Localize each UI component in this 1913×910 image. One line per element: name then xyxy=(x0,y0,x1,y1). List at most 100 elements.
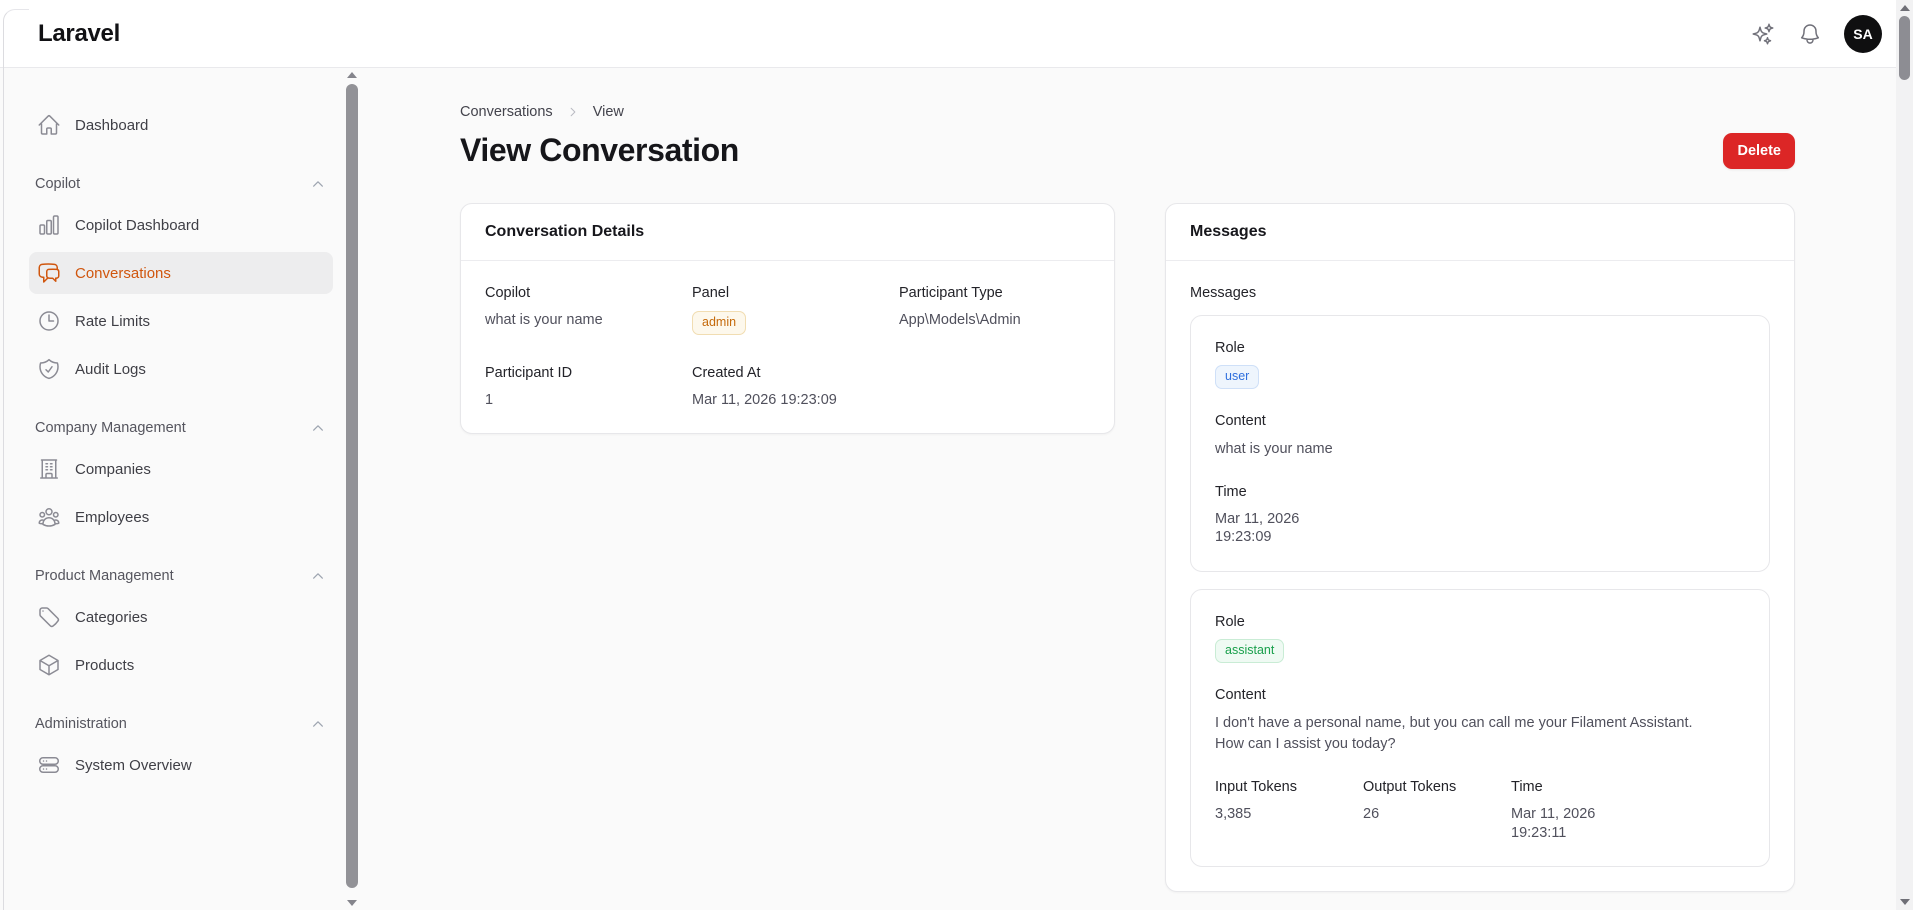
role-badge: user xyxy=(1215,365,1260,389)
scroll-up-arrow-icon[interactable] xyxy=(347,72,357,78)
field-value: Mar 11, 2026 19:23:09 xyxy=(692,391,837,408)
sidebar-scrollbar xyxy=(345,68,359,910)
sidebar-item-label: Employees xyxy=(75,508,150,526)
sidebar-item-products[interactable]: Products xyxy=(29,644,333,686)
sidebar-group-label: Company Management xyxy=(35,420,186,436)
chevron-up-icon[interactable] xyxy=(311,569,325,583)
field-label: Content xyxy=(1215,412,1266,429)
brand-logo[interactable]: Laravel xyxy=(38,20,120,48)
field-copilot: Copilot what is your name xyxy=(485,285,676,335)
card-header: Messages xyxy=(1166,204,1794,261)
chevron-up-icon[interactable] xyxy=(311,177,325,191)
message-item-user: Role user Content what is your name Time… xyxy=(1190,315,1770,573)
field-label: Created At xyxy=(692,364,761,381)
sidebar-item-label: Categories xyxy=(75,608,148,626)
field-label: Copilot xyxy=(485,285,531,301)
field-value: what is your name xyxy=(485,312,603,328)
card-title: Conversation Details xyxy=(485,223,645,240)
role-badge: assistant xyxy=(1215,639,1285,663)
field-label: Panel xyxy=(692,285,730,301)
breadcrumb-view: View xyxy=(592,104,624,120)
sidebar-scrollbar-thumb[interactable] xyxy=(346,84,358,888)
home-icon xyxy=(37,113,61,137)
message-time-field: Time Mar 11, 2026 19:23:09 xyxy=(1215,484,1745,548)
breadcrumb: Conversations View xyxy=(460,104,1795,120)
topbar: Laravel SA xyxy=(0,0,1896,68)
sidebar-group-header: Administration xyxy=(29,716,333,732)
field-label: Input Tokens xyxy=(1215,778,1297,795)
card-header: Conversation Details xyxy=(461,204,1114,261)
chat-bubbles-icon xyxy=(37,261,61,285)
message-content: what is your name xyxy=(1215,440,1333,457)
sidebar-item-rate-limits[interactable]: Rate Limits xyxy=(29,300,333,342)
sidebar-item-categories[interactable]: Categories xyxy=(29,596,333,638)
message-role-field: Role user xyxy=(1215,340,1745,389)
sidebar-item-dashboard[interactable]: Dashboard xyxy=(29,104,333,146)
main-content: Conversations View View Conversation Del… xyxy=(359,68,1896,910)
message-time: Mar 11, 2026 19:23:09 xyxy=(1215,510,1300,546)
bell-icon[interactable] xyxy=(1797,21,1823,47)
shield-check-icon xyxy=(37,357,61,381)
field-label: Participant Type xyxy=(899,285,1003,301)
chevron-up-icon[interactable] xyxy=(311,421,325,435)
sidebar-group-administration: Administration System Overview xyxy=(29,716,333,786)
sidebar-item-label: Dashboard xyxy=(75,116,149,134)
building-office-icon xyxy=(37,457,61,481)
message-content-field: Content I don't have a personal name, bu… xyxy=(1215,687,1745,755)
message-time: Mar 11, 2026 19:23:11 xyxy=(1511,805,1596,841)
delete-button[interactable]: Delete xyxy=(1723,132,1795,169)
field-panel: Panel admin xyxy=(692,285,883,335)
sidebar: Dashboard Copilot Copilot Dashboard Conv… xyxy=(4,68,345,910)
sidebar-item-label: Conversations xyxy=(75,264,171,282)
sparkles-icon[interactable] xyxy=(1750,21,1776,47)
tag-icon xyxy=(37,605,61,629)
field-label: Time xyxy=(1511,778,1543,795)
sidebar-item-companies[interactable]: Companies xyxy=(29,448,333,490)
sidebar-item-copilot-dashboard[interactable]: Copilot Dashboard xyxy=(29,204,333,246)
server-stack-icon xyxy=(37,753,61,777)
field-participant-type: Participant Type App\Models\Admin xyxy=(899,285,1090,335)
avatar[interactable]: SA xyxy=(1844,14,1882,53)
sidebar-item-label: Rate Limits xyxy=(75,312,151,330)
message-content-field: Content what is your name xyxy=(1215,413,1745,460)
sidebar-group-company-management: Company Management Companies Employees xyxy=(29,420,333,538)
cube-icon xyxy=(37,653,61,677)
sidebar-group-header: Company Management xyxy=(29,420,333,436)
clock-icon xyxy=(37,309,61,333)
field-label: Time xyxy=(1215,483,1247,500)
window-scrollbar-thumb[interactable] xyxy=(1899,16,1910,80)
output-tokens-value: 26 xyxy=(1363,805,1380,822)
sidebar-item-conversations[interactable]: Conversations xyxy=(29,252,333,294)
sidebar-group-label: Copilot xyxy=(35,176,81,192)
sidebar-group-label: Product Management xyxy=(35,568,174,584)
field-label: Output Tokens xyxy=(1363,778,1457,795)
field-value: App\Models\Admin xyxy=(899,312,1021,328)
sidebar-item-label: Products xyxy=(75,656,135,674)
scroll-down-arrow-icon[interactable] xyxy=(347,900,357,906)
sidebar-item-employees[interactable]: Employees xyxy=(29,496,333,538)
sidebar-item-audit-logs[interactable]: Audit Logs xyxy=(29,348,333,390)
scroll-down-arrow-icon[interactable] xyxy=(1899,899,1910,905)
topbar-actions: SA xyxy=(1750,14,1882,53)
scroll-up-arrow-icon[interactable] xyxy=(1899,5,1910,11)
output-tokens-field: Output Tokens 26 xyxy=(1363,779,1511,843)
sidebar-group-copilot: Copilot Copilot Dashboard Conversations … xyxy=(29,176,333,390)
window-scrollbar xyxy=(1896,0,1913,910)
sidebar-item-label: Copilot Dashboard xyxy=(75,216,200,234)
message-item-assistant: Role assistant Content I don't have a pe… xyxy=(1190,589,1770,868)
field-created-at: Created At Mar 11, 2026 19:23:09 xyxy=(692,365,883,410)
sidebar-group-header: Copilot xyxy=(29,176,333,192)
card-title: Messages xyxy=(1190,223,1267,240)
field-label: Role xyxy=(1215,614,1245,631)
chevron-right-icon xyxy=(567,106,579,118)
sidebar-item-label: Companies xyxy=(75,460,151,478)
field-label: Content xyxy=(1215,686,1266,703)
time-field: Time Mar 11, 2026 19:23:11 xyxy=(1511,779,1745,843)
input-tokens-field: Input Tokens 3,385 xyxy=(1215,779,1363,843)
input-tokens-value: 3,385 xyxy=(1215,805,1252,822)
chevron-up-icon[interactable] xyxy=(311,717,325,731)
breadcrumb-conversations[interactable]: Conversations xyxy=(460,104,553,120)
conversation-details-card: Conversation Details Copilot what is you… xyxy=(460,203,1115,435)
messages-list-label: Messages xyxy=(1190,285,1257,301)
sidebar-item-system-overview[interactable]: System Overview xyxy=(29,744,333,786)
